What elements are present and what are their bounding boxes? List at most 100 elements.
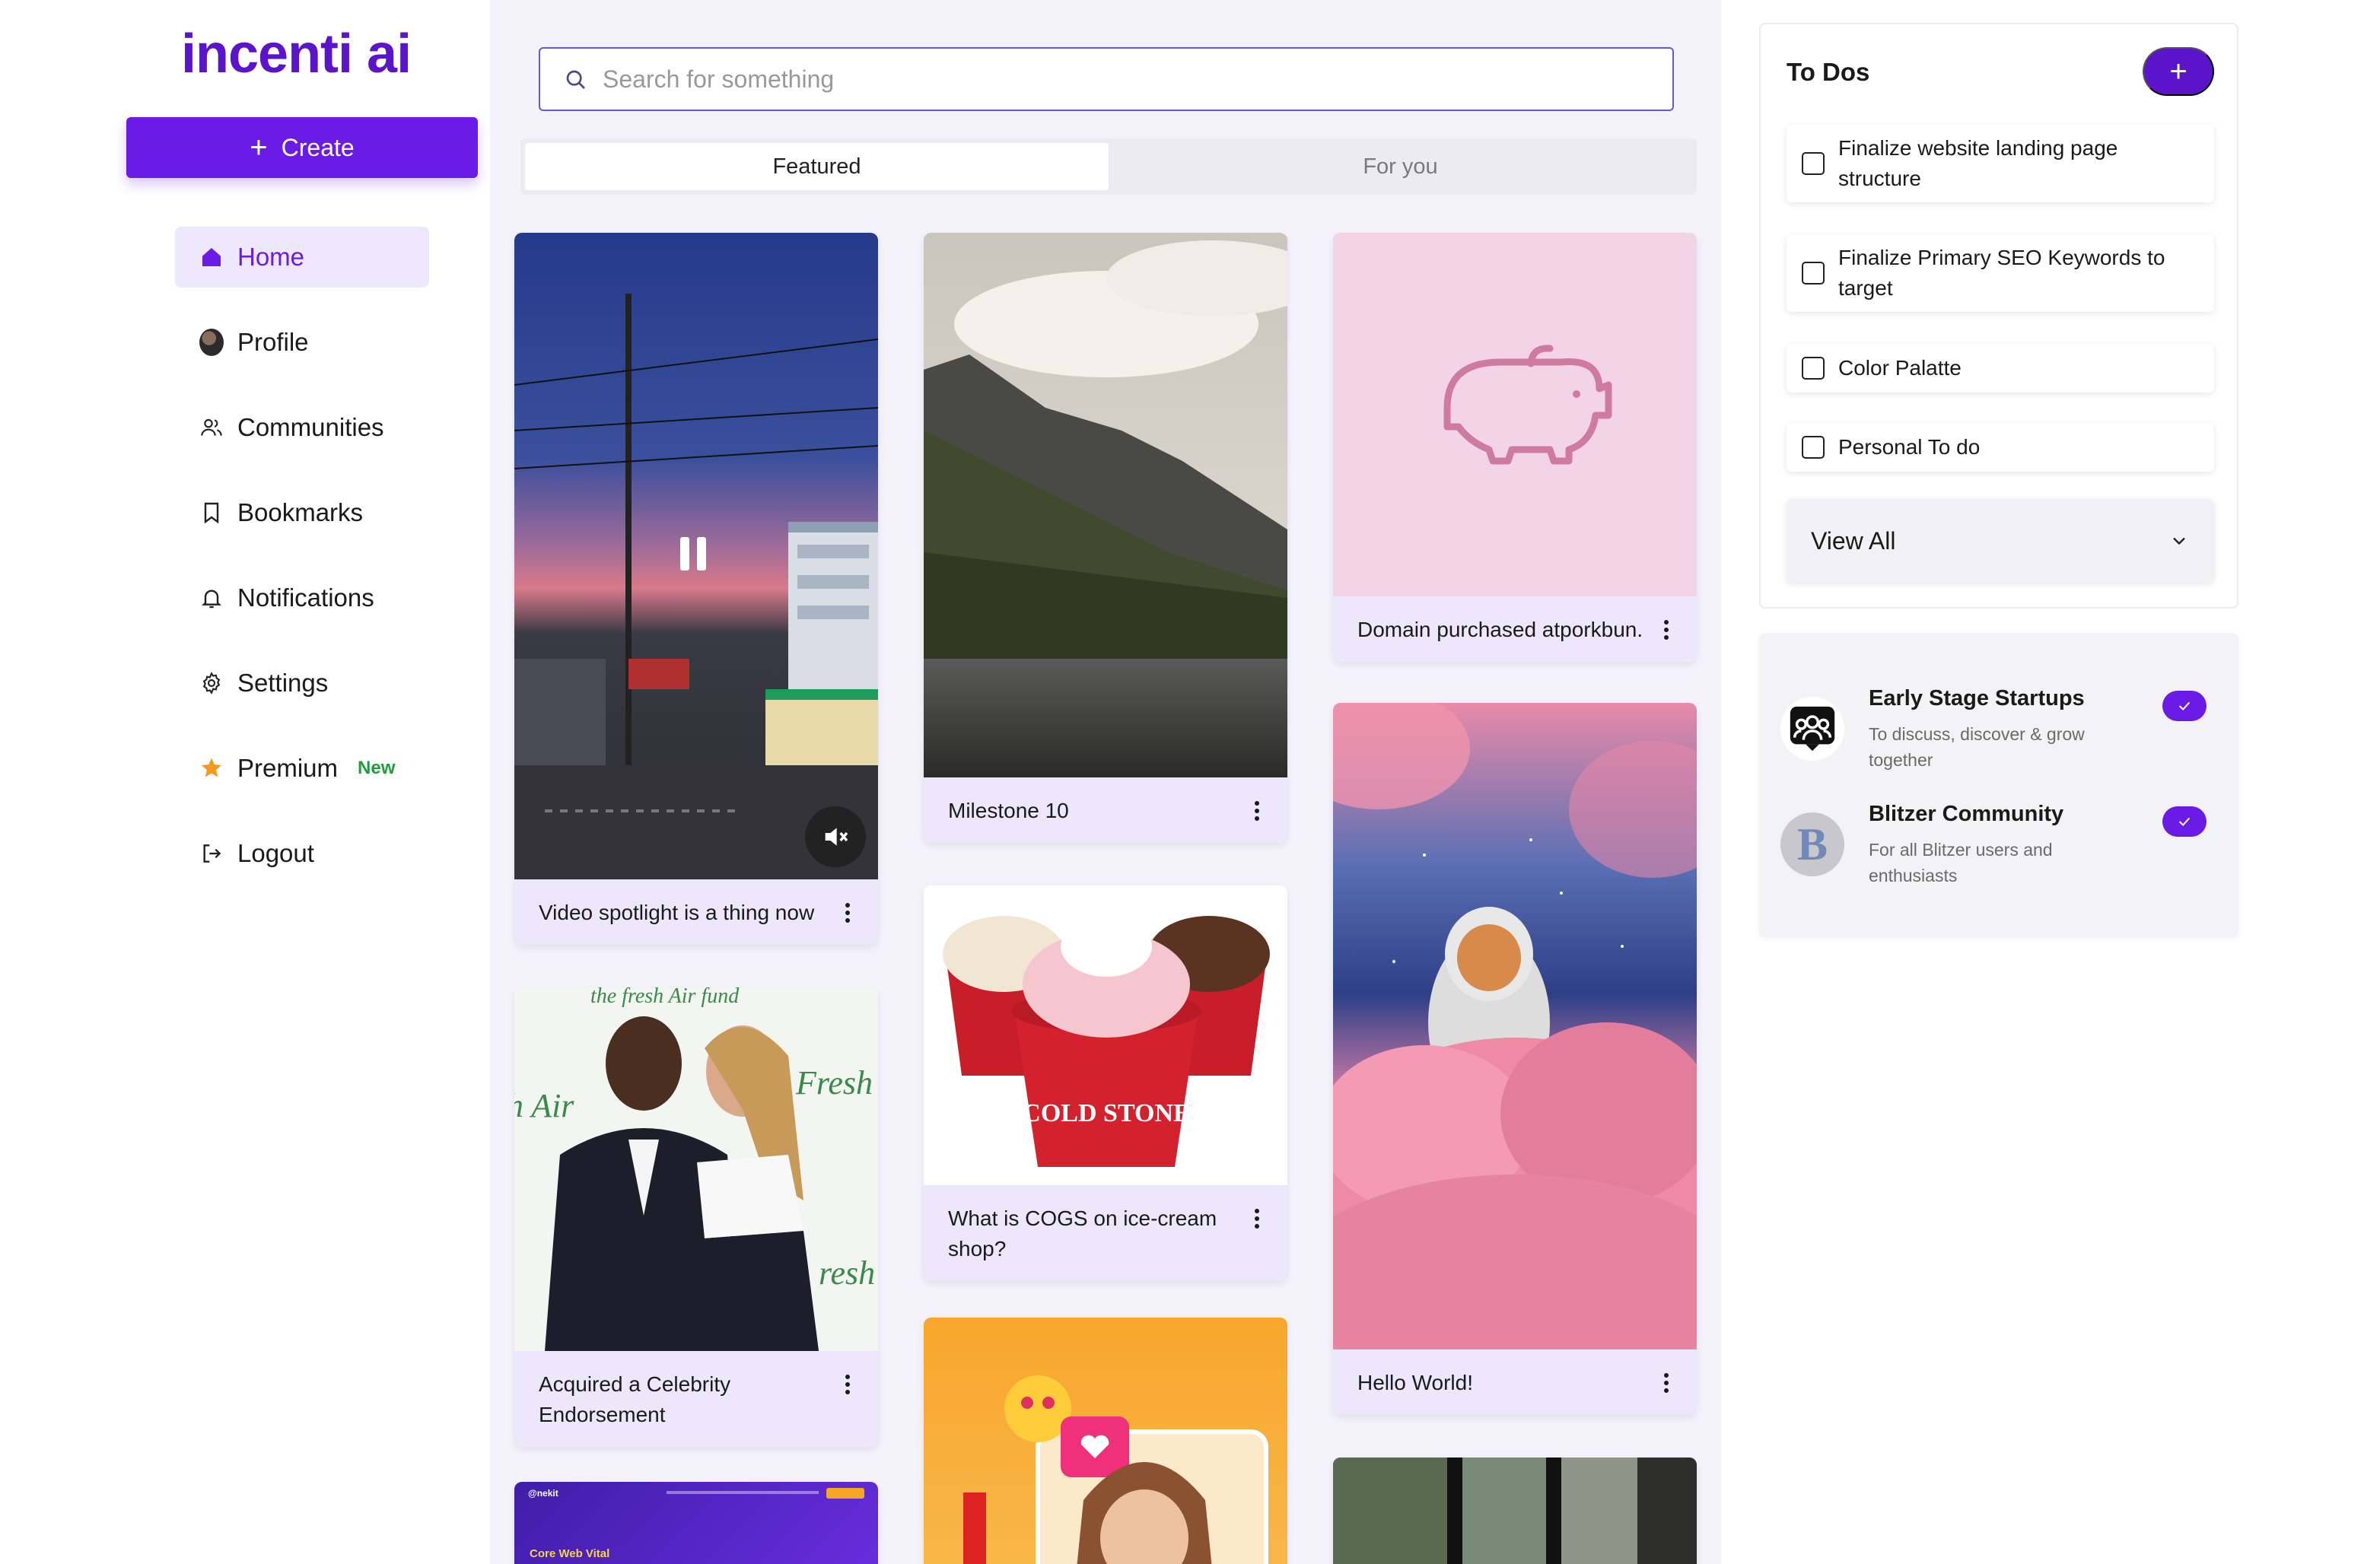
svg-text:COLD STONE: COLD STONE: [1022, 1099, 1190, 1127]
add-todo-button[interactable]: +: [2143, 47, 2214, 96]
communities-panel: Early Stage Startups To discuss, discove…: [1759, 633, 2238, 937]
todo-text: Color Palatte: [1838, 356, 1962, 380]
sidebar-item-label: Premium: [237, 754, 339, 782]
todo-checkbox[interactable]: [1802, 436, 1825, 459]
todo-text: Finalize website landing page structure: [1838, 136, 2118, 190]
gear-icon: [199, 671, 224, 695]
feed-card[interactable]: h Air Fresh resh the fresh Air fund Acqu…: [514, 987, 878, 1447]
more-options-icon[interactable]: [1660, 615, 1672, 645]
avatar: [199, 329, 224, 356]
sidebar-item-home[interactable]: Home: [175, 227, 429, 288]
svg-text:resh: resh: [819, 1254, 875, 1292]
svg-text:the fresh Air fund: the fresh Air fund: [590, 987, 740, 1008]
mute-icon[interactable]: [805, 806, 866, 867]
feed-tabs: Featured For you: [520, 138, 1697, 195]
more-options-icon[interactable]: [1251, 1203, 1263, 1234]
feed-card[interactable]: Domain purchased atporkbun.: [1333, 233, 1697, 662]
search-icon: [566, 70, 585, 89]
community-name: Blitzer Community: [1869, 802, 2064, 826]
feed-card[interactable]: COLD STONE What is COGS on ice-cream sho…: [924, 885, 1287, 1281]
sidebar-nav: Home Profile Communities Bookmarks Notif…: [175, 227, 429, 908]
feed-card[interactable]: [1333, 1458, 1697, 1564]
sidebar-item-label: Profile: [237, 328, 309, 356]
more-options-icon[interactable]: [1251, 796, 1263, 826]
sidebar-item-logout[interactable]: Logout: [175, 823, 429, 884]
card-caption: Acquired a Celebrity Endorsement: [539, 1372, 731, 1426]
website-preview-image: @nekit Core Web Vital: [514, 1482, 878, 1564]
create-button-label: Create: [281, 133, 355, 161]
todo-title: To Dos: [1787, 58, 1870, 86]
plus-icon: +: [250, 131, 268, 164]
logout-icon: [199, 841, 224, 866]
photo-selfie-emoji: [924, 1318, 1287, 1564]
todo-checkbox[interactable]: [1802, 357, 1825, 380]
search-input[interactable]: [603, 65, 1592, 94]
card-caption: Video spotlight is a thing now: [539, 901, 815, 924]
sidebar-item-label: Logout: [237, 839, 314, 867]
sidebar-item-label: Notifications: [237, 583, 374, 612]
community-item[interactable]: B Blitzer Community For all Blitzer user…: [1780, 797, 2217, 904]
main-feed: Featured For you: [490, 0, 1721, 1564]
feed-card[interactable]: Milestone 10: [924, 233, 1287, 843]
sidebar-item-bookmarks[interactable]: Bookmarks: [175, 482, 429, 543]
pause-icon[interactable]: [680, 537, 711, 571]
photo-couple-event: h Air Fresh resh the fresh Air fund: [514, 987, 878, 1351]
view-all-button[interactable]: View All: [1787, 499, 2214, 583]
todo-text: Personal To do: [1838, 435, 1981, 459]
search-bar[interactable]: [539, 47, 1674, 111]
app-logo[interactable]: incenti ai: [181, 23, 412, 85]
svg-text:Fresh: Fresh: [795, 1064, 873, 1101]
sidebar-item-label: Settings: [237, 669, 329, 697]
feed-card[interactable]: Video spotlight is a thing now: [514, 233, 878, 945]
chevron-down-icon: [2173, 537, 2185, 545]
feed-card[interactable]: @nekit Core Web Vital: [514, 1482, 878, 1564]
sidebar-item-settings[interactable]: Settings: [175, 653, 429, 714]
create-button[interactable]: + Create: [126, 117, 478, 178]
plus-icon: +: [2169, 54, 2188, 88]
check-icon: [2178, 817, 2191, 827]
community-group-icon: [1780, 697, 1844, 761]
svg-text:h Air: h Air: [514, 1087, 574, 1124]
community-item[interactable]: Early Stage Startups To discuss, discove…: [1780, 682, 2217, 788]
bell-icon: [199, 586, 224, 610]
tab-featured[interactable]: Featured: [525, 143, 1109, 190]
photo-ice-cream-cups: COLD STONE: [924, 885, 1287, 1185]
feed-card[interactable]: [924, 1318, 1287, 1564]
tab-for-you[interactable]: For you: [1109, 143, 1692, 190]
new-badge: New: [358, 758, 396, 778]
site-logo: @nekit: [528, 1488, 558, 1499]
sidebar: incenti ai + Create Home Profile Communi…: [0, 0, 490, 1564]
card-caption: What is COGS on ice-cream shop?: [948, 1206, 1217, 1260]
todo-item[interactable]: Finalize website landing page structure: [1787, 125, 2214, 202]
todo-item[interactable]: Finalize Primary SEO Keywords to target: [1787, 234, 2214, 312]
joined-check-toggle[interactable]: [2162, 806, 2207, 837]
photo-forest-window: [1333, 1458, 1697, 1564]
sidebar-item-label: Home: [237, 243, 305, 271]
video-player[interactable]: [514, 233, 878, 879]
sidebar-item-communities[interactable]: Communities: [175, 397, 429, 458]
more-options-icon[interactable]: [842, 1369, 854, 1400]
photo-mountain-lake: [924, 233, 1287, 777]
card-caption: Hello World!: [1357, 1371, 1473, 1394]
sidebar-item-premium[interactable]: Premium New: [175, 738, 429, 799]
joined-check-toggle[interactable]: [2162, 691, 2207, 721]
more-options-icon[interactable]: [1660, 1368, 1672, 1398]
view-all-label: View All: [1811, 526, 1896, 555]
todo-panel: To Dos + Finalize website landing page s…: [1759, 23, 2238, 609]
pig-icon: [1333, 233, 1697, 596]
bookmark-icon: [199, 501, 224, 525]
check-icon: [2178, 701, 2191, 711]
sidebar-item-profile[interactable]: Profile: [175, 312, 429, 373]
todo-checkbox[interactable]: [1802, 262, 1825, 285]
card-caption: Domain purchased atporkbun.: [1357, 618, 1643, 641]
users-icon: [199, 415, 224, 440]
todo-text: Finalize Primary SEO Keywords to target: [1838, 246, 2165, 300]
sidebar-item-label: Bookmarks: [237, 498, 364, 526]
todo-item[interactable]: Color Palatte: [1787, 344, 2214, 393]
more-options-icon[interactable]: [842, 898, 854, 928]
feed-card[interactable]: Hello World!: [1333, 703, 1697, 1415]
todo-checkbox[interactable]: [1802, 152, 1825, 175]
todo-item[interactable]: Personal To do: [1787, 423, 2214, 472]
sidebar-item-notifications[interactable]: Notifications: [175, 567, 429, 628]
sidebar-item-label: Communities: [237, 413, 384, 441]
